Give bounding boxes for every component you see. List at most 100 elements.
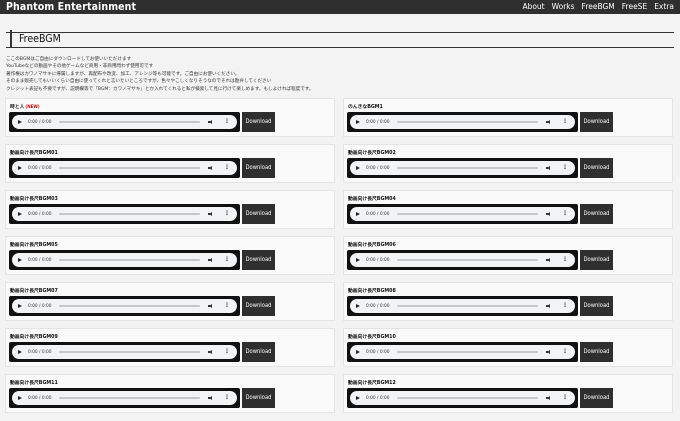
track-card: 動画向け長尺BGM04 0:00 / 0:00 ⋮ Download (343, 190, 673, 230)
seek-bar[interactable] (397, 121, 538, 124)
volume-icon[interactable] (546, 395, 552, 401)
nav-extra[interactable]: Extra (654, 0, 674, 14)
volume-icon[interactable] (546, 119, 552, 125)
time-display: 0:00 / 0:00 (366, 395, 390, 401)
seek-bar[interactable] (397, 167, 538, 170)
volume-icon[interactable] (208, 395, 214, 401)
download-button[interactable]: Download (580, 158, 613, 179)
more-options-icon[interactable]: ⋮ (562, 303, 568, 309)
play-icon[interactable] (356, 120, 360, 125)
play-icon[interactable] (356, 350, 360, 355)
volume-icon[interactable] (208, 303, 214, 309)
track-card: 動画向け長尺BGM10 0:00 / 0:00 ⋮ Download (343, 328, 673, 368)
download-button[interactable]: Download (242, 388, 275, 409)
download-button[interactable]: Download (580, 112, 613, 133)
volume-icon[interactable] (208, 165, 214, 171)
play-icon[interactable] (18, 396, 22, 401)
main-nav: About Works FreeBGM FreeSE Extra (522, 0, 674, 14)
more-options-icon[interactable]: ⋮ (224, 165, 230, 171)
audio-controls: 0:00 / 0:00 ⋮ (12, 299, 237, 314)
download-button[interactable]: Download (242, 250, 275, 271)
track-title: 動画向け長尺BGM09 (10, 333, 58, 340)
download-button[interactable]: Download (580, 250, 613, 271)
audio-controls: 0:00 / 0:00 ⋮ (12, 345, 237, 360)
more-options-icon[interactable]: ⋮ (224, 395, 230, 401)
volume-icon[interactable] (546, 349, 552, 355)
play-icon[interactable] (356, 396, 360, 401)
download-button[interactable]: Download (242, 342, 275, 363)
audio-controls: 0:00 / 0:00 ⋮ (12, 115, 237, 130)
more-options-icon[interactable]: ⋮ (562, 257, 568, 263)
play-icon[interactable] (356, 258, 360, 263)
more-options-icon[interactable]: ⋮ (224, 119, 230, 125)
download-button[interactable]: Download (242, 204, 275, 225)
site-brand[interactable]: Phantom Entertainment (6, 0, 136, 14)
play-icon[interactable] (18, 304, 22, 309)
download-button[interactable]: Download (242, 112, 275, 133)
seek-bar[interactable] (397, 351, 538, 354)
volume-icon[interactable] (546, 165, 552, 171)
more-options-icon[interactable]: ⋮ (562, 349, 568, 355)
seek-bar[interactable] (59, 259, 200, 262)
volume-icon[interactable] (208, 211, 214, 217)
volume-icon[interactable] (546, 211, 552, 217)
volume-icon[interactable] (546, 303, 552, 309)
volume-icon[interactable] (208, 257, 214, 263)
more-options-icon[interactable]: ⋮ (562, 211, 568, 217)
track-title: 時と人(NEW) (10, 103, 40, 110)
seek-bar[interactable] (59, 305, 200, 308)
more-options-icon[interactable]: ⋮ (224, 257, 230, 263)
more-options-icon[interactable]: ⋮ (224, 211, 230, 217)
track-title: 動画向け長尺BGM08 (348, 287, 396, 294)
volume-icon[interactable] (208, 349, 214, 355)
volume-icon[interactable] (546, 257, 552, 263)
play-icon[interactable] (18, 350, 22, 355)
play-icon[interactable] (18, 166, 22, 171)
more-options-icon[interactable]: ⋮ (562, 165, 568, 171)
seek-bar[interactable] (59, 397, 200, 400)
play-icon[interactable] (356, 212, 360, 217)
audio-controls: 0:00 / 0:00 ⋮ (12, 207, 237, 222)
seek-bar[interactable] (397, 213, 538, 216)
more-options-icon[interactable]: ⋮ (224, 303, 230, 309)
nav-freebgm[interactable]: FreeBGM (582, 0, 615, 14)
play-icon[interactable] (356, 304, 360, 309)
intro-text: ここのBGMはご自由にダウンロードしてお使いいただけます YouTubeなどの動… (6, 56, 674, 93)
play-icon[interactable] (356, 166, 360, 171)
track-title-text: 動画向け長尺BGM03 (10, 197, 58, 203)
track-title: 動画向け長尺BGM04 (348, 195, 396, 202)
more-options-icon[interactable]: ⋮ (562, 119, 568, 125)
download-button[interactable]: Download (580, 296, 613, 317)
top-bar: Phantom Entertainment About Works FreeBG… (0, 0, 680, 14)
seek-bar[interactable] (397, 259, 538, 262)
track-card: 動画向け長尺BGM07 0:00 / 0:00 ⋮ Download (5, 282, 335, 322)
audio-player: 0:00 / 0:00 ⋮ (9, 388, 240, 409)
seek-bar[interactable] (397, 397, 538, 400)
play-icon[interactable] (18, 212, 22, 217)
intro-line: そのまま販売してもいいくらい自由に使ってくれと言いたいところですが、色々やこしく… (6, 79, 272, 85)
track-card: 動画向け長尺BGM01 0:00 / 0:00 ⋮ Download (5, 144, 335, 184)
audio-player: 0:00 / 0:00 ⋮ (9, 296, 240, 317)
nav-works[interactable]: Works (552, 0, 575, 14)
nav-about[interactable]: About (522, 0, 544, 14)
audio-controls: 0:00 / 0:00 ⋮ (350, 345, 575, 360)
download-button[interactable]: Download (242, 296, 275, 317)
download-button[interactable]: Download (580, 388, 613, 409)
time-display: 0:00 / 0:00 (28, 257, 52, 263)
play-icon[interactable] (18, 120, 22, 125)
audio-controls: 0:00 / 0:00 ⋮ (350, 253, 575, 268)
volume-icon[interactable] (208, 119, 214, 125)
seek-bar[interactable] (59, 213, 200, 216)
track-card: 動画向け長尺BGM05 0:00 / 0:00 ⋮ Download (5, 236, 335, 276)
seek-bar[interactable] (59, 167, 200, 170)
seek-bar[interactable] (59, 351, 200, 354)
download-button[interactable]: Download (580, 204, 613, 225)
download-button[interactable]: Download (242, 158, 275, 179)
download-button[interactable]: Download (580, 342, 613, 363)
more-options-icon[interactable]: ⋮ (224, 349, 230, 355)
play-icon[interactable] (18, 258, 22, 263)
nav-freese[interactable]: FreeSE (622, 0, 647, 14)
seek-bar[interactable] (59, 121, 200, 124)
seek-bar[interactable] (397, 305, 538, 308)
more-options-icon[interactable]: ⋮ (562, 395, 568, 401)
